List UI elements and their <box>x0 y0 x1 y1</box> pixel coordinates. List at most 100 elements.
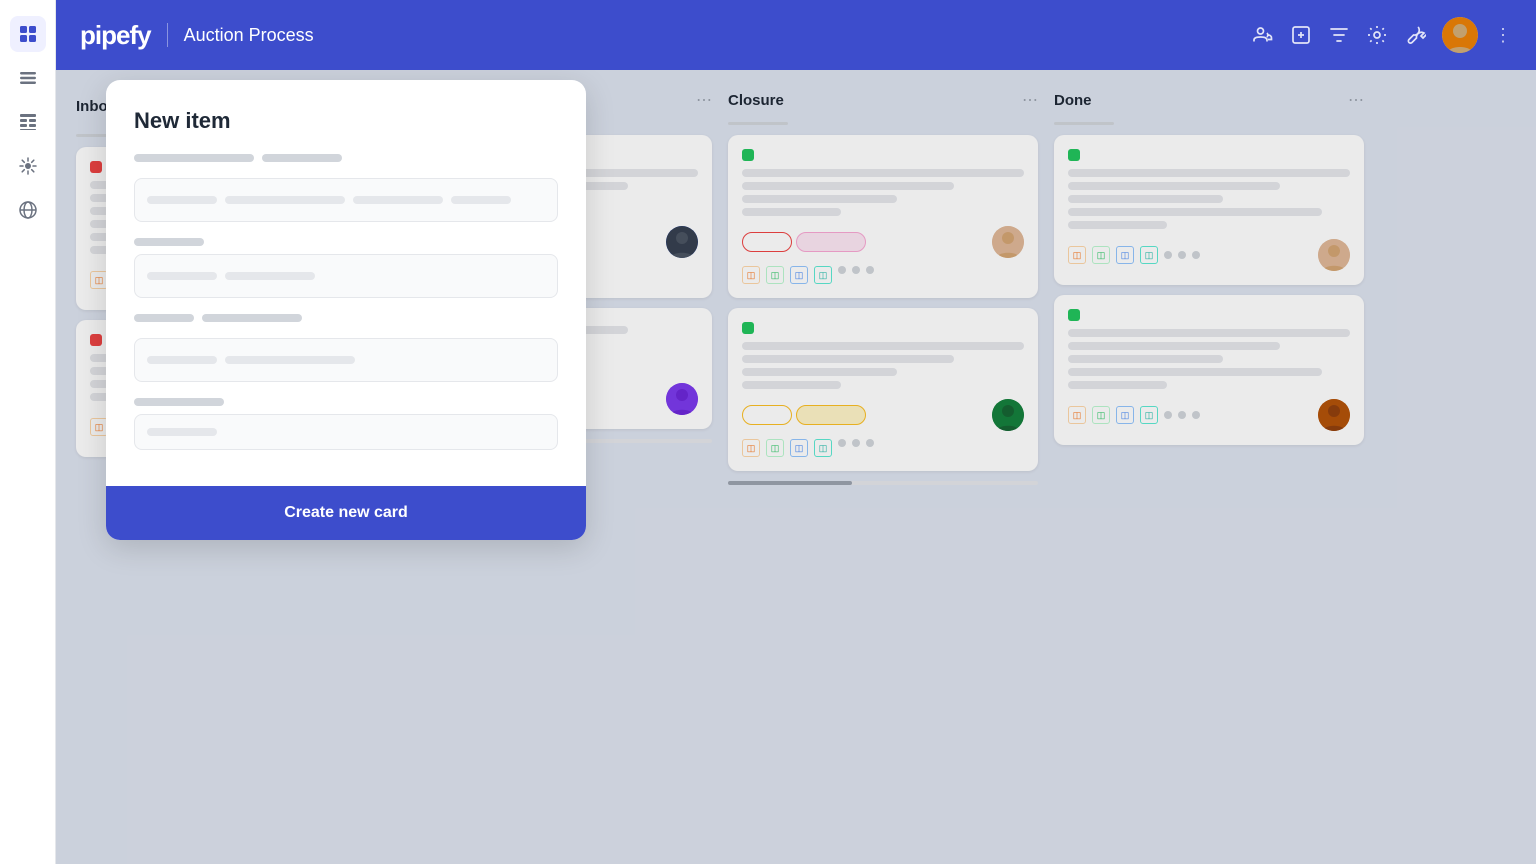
settings-icon[interactable] <box>1366 24 1388 46</box>
form-input-1[interactable] <box>134 178 558 222</box>
card-icon-orange[interactable]: ◫ <box>742 439 760 457</box>
column-done-more-icon[interactable]: ⋯ <box>1348 90 1364 110</box>
card-icon-green[interactable]: ◫ <box>1092 406 1110 424</box>
user-avatar[interactable] <box>1442 17 1478 53</box>
input-placeholder-2 <box>225 272 315 280</box>
card-dot-2 <box>852 439 860 447</box>
header-right: ⋮ <box>1252 17 1512 53</box>
card-footer <box>742 399 1024 431</box>
card-line <box>1068 182 1280 190</box>
card-action-icons: ◫ ◫ ◫ ◫ <box>1068 406 1200 424</box>
card-icon-orange[interactable]: ◫ <box>1068 406 1086 424</box>
wrench-icon[interactable] <box>1404 24 1426 46</box>
card-line <box>742 208 841 216</box>
sidebar-item-grid[interactable] <box>10 16 46 52</box>
card-assignee-avatar <box>992 226 1024 258</box>
modal-footer: Create new card <box>106 486 586 540</box>
column-closure-more-icon[interactable]: ⋯ <box>1022 90 1038 110</box>
sidebar-item-automation[interactable] <box>10 148 46 184</box>
card-icon-blue[interactable]: ◫ <box>1116 246 1134 264</box>
form-input-2[interactable] <box>134 254 558 298</box>
card-tags <box>742 149 1024 161</box>
tag-red <box>90 334 102 346</box>
card-content-lines <box>742 342 1024 389</box>
card-icons-row: ◫ ◫ ◫ ◫ <box>742 439 1024 457</box>
new-item-modal: New item <box>106 80 586 540</box>
card-assignee-avatar <box>1318 399 1350 431</box>
tag-green <box>742 322 754 334</box>
field-label-row <box>134 314 558 330</box>
card-dot-2 <box>852 266 860 274</box>
card-content-lines <box>742 169 1024 216</box>
column-done-title: Done <box>1054 92 1340 109</box>
card-tags <box>742 322 1024 334</box>
card-icon-teal[interactable]: ◫ <box>814 266 832 284</box>
card-icon-blue[interactable]: ◫ <box>790 266 808 284</box>
card-line <box>742 342 1024 350</box>
input-placeholder-2 <box>225 196 345 204</box>
header-left: pipefy Auction Process <box>80 20 314 51</box>
card-icon-green[interactable]: ◫ <box>1092 246 1110 264</box>
card-dot-3 <box>866 439 874 447</box>
card-icon-blue[interactable]: ◫ <box>1116 406 1134 424</box>
import-icon[interactable] <box>1290 24 1312 46</box>
app-header: pipefy Auction Process <box>56 0 1536 70</box>
column-auction-more-icon[interactable]: ⋯ <box>696 90 712 110</box>
input-placeholder <box>147 272 217 280</box>
form-field-2 <box>134 238 558 298</box>
card-icon-teal[interactable]: ◫ <box>1140 246 1158 264</box>
card-content-lines <box>1068 329 1350 389</box>
card-icon-green[interactable]: ◫ <box>766 266 784 284</box>
form-field-3 <box>134 314 558 382</box>
card-icons-row: ◫ ◫ ◫ ◫ <box>742 266 1024 284</box>
form-input-4[interactable] <box>134 414 558 450</box>
card-content-lines <box>1068 169 1350 229</box>
pipe-title: Auction Process <box>184 25 314 46</box>
card-dot <box>838 266 846 274</box>
filter-icon[interactable] <box>1328 24 1350 46</box>
card-icon-blue[interactable]: ◫ <box>790 439 808 457</box>
form-input-3[interactable] <box>134 338 558 382</box>
form-field-4 <box>134 398 558 450</box>
card-done-2[interactable]: ◫ ◫ ◫ ◫ <box>1054 295 1364 445</box>
card-line <box>742 355 954 363</box>
field-label-placeholder-2 <box>262 154 342 162</box>
card-line <box>742 368 897 376</box>
sidebar-item-list[interactable] <box>10 60 46 96</box>
modal-title: New item <box>134 108 558 134</box>
sidebar-item-table[interactable] <box>10 104 46 140</box>
main-area: pipefy Auction Process <box>56 0 1536 864</box>
column-closure-header: Closure ⋯ <box>728 90 1038 110</box>
tag-green <box>742 149 754 161</box>
card-dot-3 <box>1192 411 1200 419</box>
card-badges <box>742 405 866 425</box>
card-icon-orange[interactable]: ◫ <box>1068 246 1086 264</box>
card-closure-2[interactable]: ◫ ◫ ◫ ◫ <box>728 308 1038 471</box>
sidebar <box>0 0 56 864</box>
users-icon[interactable] <box>1252 24 1274 46</box>
card-line <box>742 182 954 190</box>
field-label-placeholder <box>134 314 194 322</box>
column-scroll-indicator <box>728 481 1038 485</box>
input-placeholder-2 <box>225 356 355 364</box>
card-icon-green[interactable]: ◫ <box>766 439 784 457</box>
badge-red <box>742 232 792 252</box>
create-new-card-button[interactable]: Create new card <box>284 504 408 522</box>
card-tags <box>1068 309 1350 321</box>
card-icon-orange[interactable]: ◫ <box>742 266 760 284</box>
card-line <box>1068 169 1350 177</box>
input-placeholder-3 <box>353 196 443 204</box>
card-assignee-avatar <box>1318 239 1350 271</box>
card-footer: ◫ ◫ ◫ ◫ <box>1068 239 1350 271</box>
badge-yellow <box>742 405 792 425</box>
column-closure-underline <box>728 122 788 125</box>
tag-green <box>1068 309 1080 321</box>
card-closure-1[interactable]: ◫ ◫ ◫ ◫ <box>728 135 1038 298</box>
card-done-1[interactable]: ◫ ◫ ◫ ◫ <box>1054 135 1364 285</box>
input-placeholder <box>147 428 217 436</box>
more-options-icon[interactable]: ⋮ <box>1494 25 1512 46</box>
card-line <box>742 195 897 203</box>
sidebar-item-globe[interactable] <box>10 192 46 228</box>
card-icon-teal[interactable]: ◫ <box>814 439 832 457</box>
card-icon-teal[interactable]: ◫ <box>1140 406 1158 424</box>
